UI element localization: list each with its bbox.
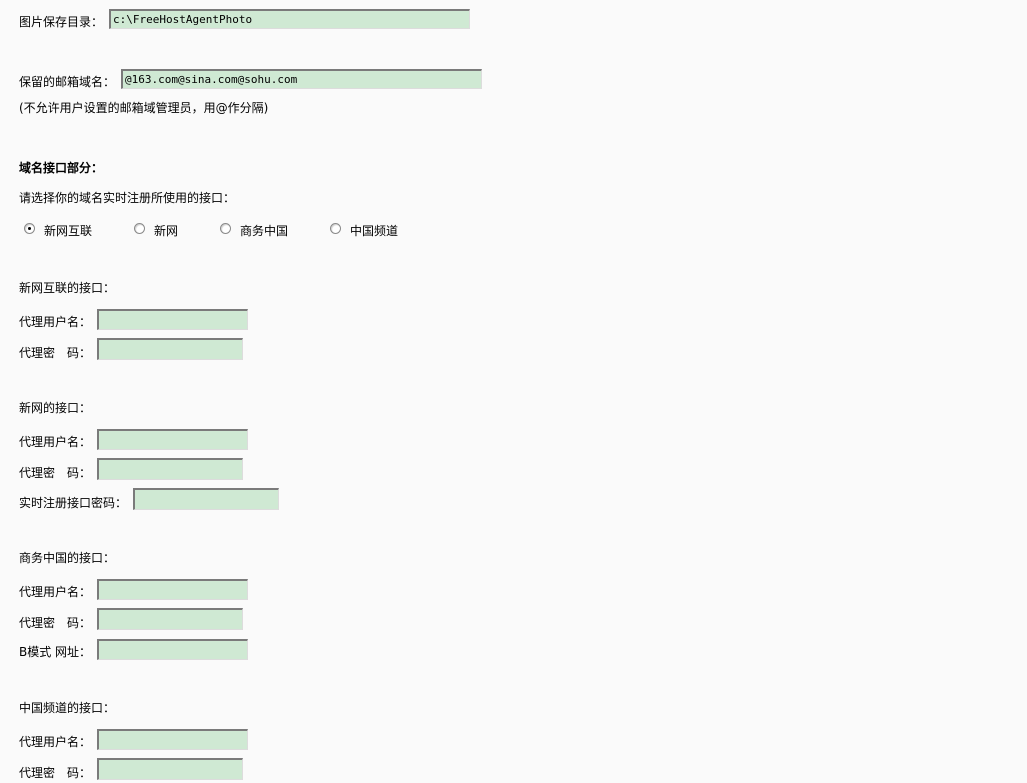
xinnet-pass-label: 代理密 码：: [19, 466, 92, 480]
chinach-user-input[interactable]: [97, 729, 248, 750]
radio-label-xinnet-hl[interactable]: 新网互联: [44, 224, 92, 238]
bizcn-pass-input[interactable]: [97, 608, 243, 630]
bizcn-pass-label: 代理密 码：: [19, 616, 92, 630]
bizcn-section-title: 商务中国的接口：: [19, 551, 116, 565]
radio-bizcn[interactable]: [220, 223, 231, 234]
chinach-pass-label: 代理密 码：: [19, 766, 92, 780]
xinnet-hl-section-title: 新网互联的接口：: [19, 281, 116, 295]
radio-xinnet[interactable]: [134, 223, 145, 234]
xinnet-user-input[interactable]: [97, 429, 248, 450]
radio-label-xinnet[interactable]: 新网: [154, 224, 178, 238]
xinnet-section-title: 新网的接口：: [19, 401, 92, 415]
xinnet-pass-input[interactable]: [97, 458, 243, 480]
bizcn-user-label: 代理用户名：: [19, 585, 92, 599]
radio-xinnet-hl[interactable]: [24, 223, 35, 234]
reserved-domains-note: (不允许用户设置的邮箱域管理员，用@作分隔): [19, 101, 269, 115]
chinach-user-label: 代理用户名：: [19, 735, 92, 749]
xinnet-user-label: 代理用户名：: [19, 435, 92, 449]
xinnet-hl-user-input[interactable]: [97, 309, 248, 330]
photo-dir-label: 图片保存目录：: [19, 15, 104, 29]
reserved-domains-label: 保留的邮箱域名：: [19, 75, 116, 89]
chinach-section-title: 中国频道的接口：: [19, 701, 116, 715]
interface-prompt: 请选择你的域名实时注册所使用的接口：: [19, 191, 236, 205]
bizcn-user-input[interactable]: [97, 579, 248, 600]
photo-dir-input[interactable]: [109, 9, 470, 29]
bizcn-url-label: B模式 网址：: [19, 645, 92, 659]
radio-chinach[interactable]: [330, 223, 341, 234]
reserved-domains-input[interactable]: [121, 69, 482, 89]
xinnet-hl-pass-label: 代理密 码：: [19, 346, 92, 360]
xinnet-rt-pass-input[interactable]: [133, 488, 279, 510]
xinnet-hl-pass-input[interactable]: [97, 338, 243, 360]
interface-section-title: 域名接口部分：: [19, 161, 104, 175]
radio-label-bizcn[interactable]: 商务中国: [240, 224, 288, 238]
chinach-pass-input[interactable]: [97, 758, 243, 780]
radio-label-chinach[interactable]: 中国频道: [350, 224, 398, 238]
xinnet-rt-pass-label: 实时注册接口密码：: [19, 496, 128, 510]
bizcn-url-input[interactable]: [97, 639, 248, 660]
xinnet-hl-user-label: 代理用户名：: [19, 315, 92, 329]
